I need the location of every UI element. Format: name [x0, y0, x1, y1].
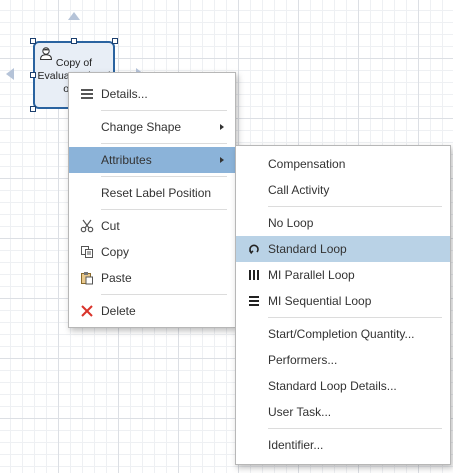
menu-item-label: Copy — [101, 245, 130, 259]
menu-divider — [101, 209, 227, 210]
menu-lines-icon — [81, 89, 93, 99]
menu-item-label: User Task... — [268, 405, 332, 419]
copy-icon — [81, 246, 93, 258]
menu-item-label: Change Shape — [101, 120, 182, 134]
submenu-item-user-task[interactable]: User Task... — [236, 399, 450, 425]
menu-item-label: Standard Loop Details... — [268, 379, 397, 393]
scissors-icon — [80, 219, 94, 233]
paste-icon — [81, 272, 93, 285]
menu-item-label: MI Parallel Loop — [268, 268, 355, 282]
submenu-item-identifier[interactable]: Identifier... — [236, 432, 450, 458]
menu-item-label: MI Sequential Loop — [268, 294, 372, 308]
delete-x-icon — [81, 305, 93, 317]
submenu-item-mi-parallel-loop[interactable]: MI Parallel Loop — [236, 262, 450, 288]
resize-handle[interactable] — [30, 38, 36, 44]
connect-arrow-up-icon[interactable] — [68, 12, 80, 20]
menu-item-delete[interactable]: Delete — [69, 298, 235, 324]
menu-item-label: Identifier... — [268, 438, 324, 452]
connect-arrow-left-icon[interactable] — [6, 68, 14, 80]
menu-item-label: Call Activity — [268, 183, 330, 197]
menu-item-paste[interactable]: Paste — [69, 265, 235, 291]
menu-divider — [101, 143, 227, 144]
task-label-line: Copy of — [55, 57, 93, 69]
submenu-item-performers[interactable]: Performers... — [236, 347, 450, 373]
menu-item-label: Cut — [101, 219, 120, 233]
menu-item-copy[interactable]: Copy — [69, 239, 235, 265]
menu-divider — [101, 294, 227, 295]
attributes-submenu: Compensation Call Activity No Loop Stand… — [235, 145, 451, 465]
standard-loop-icon — [248, 244, 259, 255]
menu-item-label: Details... — [101, 87, 148, 101]
menu-divider — [101, 110, 227, 111]
menu-item-change-shape[interactable]: Change Shape — [69, 114, 235, 140]
menu-divider — [101, 176, 227, 177]
submenu-item-no-loop[interactable]: No Loop — [236, 210, 450, 236]
submenu-item-standard-loop[interactable]: Standard Loop — [236, 236, 450, 262]
menu-item-attributes[interactable]: Attributes — [69, 147, 235, 173]
menu-item-label: Performers... — [268, 353, 338, 367]
menu-divider — [268, 428, 442, 429]
menu-item-label: Reset Label Position — [101, 186, 212, 200]
menu-item-reset-label-position[interactable]: Reset Label Position — [69, 180, 235, 206]
submenu-item-mi-sequential-loop[interactable]: MI Sequential Loop — [236, 288, 450, 314]
menu-item-label: Standard Loop — [268, 242, 347, 256]
menu-divider — [268, 317, 442, 318]
context-menu: Details... Change Shape Attributes Reset… — [68, 72, 236, 328]
menu-item-label: Compensation — [268, 157, 346, 171]
parallel-bars-icon — [249, 270, 259, 280]
resize-handle[interactable] — [112, 38, 118, 44]
menu-item-label: Paste — [101, 271, 132, 285]
menu-divider — [268, 206, 442, 207]
submenu-item-call-activity[interactable]: Call Activity — [236, 177, 450, 203]
resize-handle[interactable] — [30, 106, 36, 112]
menu-item-label: Start/Completion Quantity... — [268, 327, 415, 341]
menu-item-label: Attributes — [101, 153, 152, 167]
menu-item-label: No Loop — [268, 216, 314, 230]
resize-handle[interactable] — [71, 38, 77, 44]
chevron-right-icon — [220, 124, 224, 130]
menu-item-details[interactable]: Details... — [69, 81, 235, 107]
resize-handle[interactable] — [30, 72, 36, 78]
sequential-bars-icon — [249, 296, 259, 306]
menu-item-cut[interactable]: Cut — [69, 213, 235, 239]
submenu-item-standard-loop-details[interactable]: Standard Loop Details... — [236, 373, 450, 399]
chevron-right-icon — [220, 157, 224, 163]
menu-item-label: Delete — [101, 304, 136, 318]
submenu-item-start-completion-quantity[interactable]: Start/Completion Quantity... — [236, 321, 450, 347]
submenu-item-compensation[interactable]: Compensation — [236, 151, 450, 177]
